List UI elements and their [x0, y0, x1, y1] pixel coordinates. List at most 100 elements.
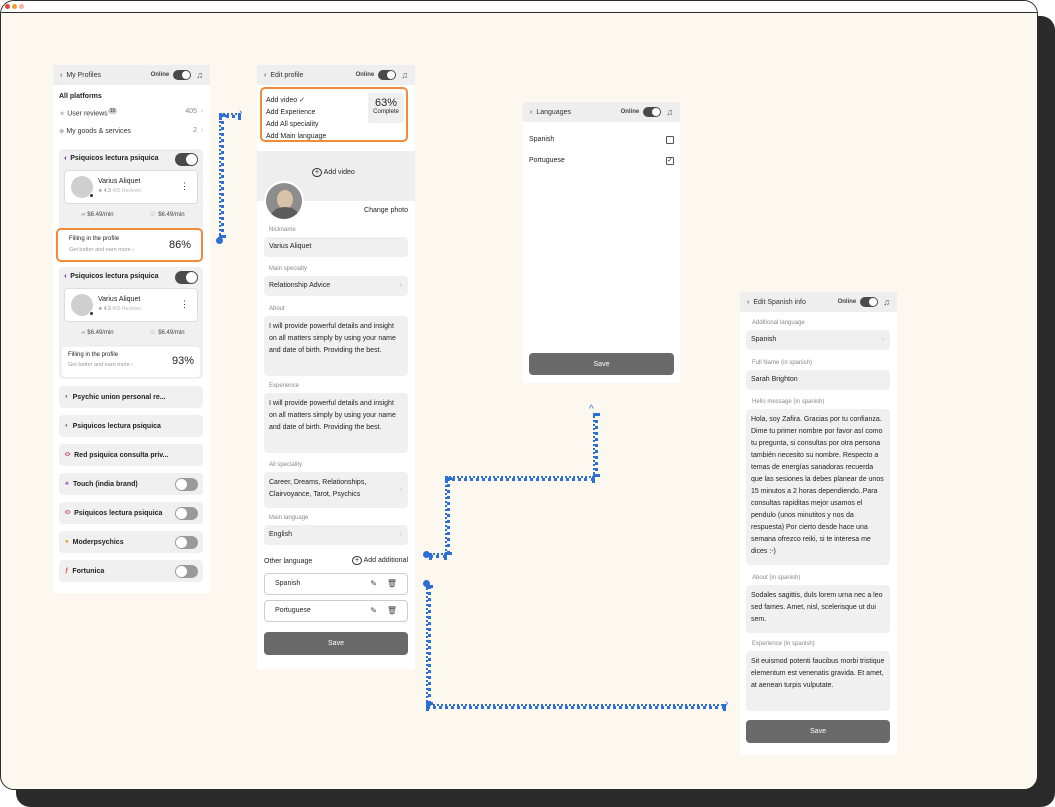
- screen-title: Edit Spanish info: [753, 298, 806, 306]
- save-button[interactable]: Save: [264, 632, 408, 655]
- back-icon[interactable]: ‹: [264, 72, 266, 79]
- back-icon[interactable]: ‹: [747, 299, 749, 306]
- platform-row[interactable]: ⬭ Psiquicos lectura psiquica: [59, 502, 203, 524]
- screen-title: Languages: [536, 108, 571, 116]
- trash-icon[interactable]: 🗑: [387, 606, 397, 615]
- main-specialty-select[interactable]: Relationship Advice ›: [264, 276, 408, 296]
- filling-profile-card[interactable]: Filling in the profile Get better and ea…: [62, 347, 200, 377]
- additional-language-label: Additional language: [752, 320, 805, 326]
- hello-message-textarea[interactable]: Hola, soy Zafira. Gracias por tu confian…: [746, 409, 890, 565]
- platform-row[interactable]: ● Moderpsychics: [59, 531, 203, 553]
- platform-toggle[interactable]: [175, 478, 198, 491]
- language-option[interactable]: Spanish: [529, 136, 674, 144]
- other-language-label: Other language: [264, 558, 313, 565]
- change-photo-link[interactable]: Change photo: [364, 207, 408, 214]
- bell-icon[interactable]: ♫: [196, 70, 203, 80]
- close-dot[interactable]: [5, 4, 10, 9]
- online-label: Online: [150, 72, 170, 78]
- user-reviews-label: User reviews: [67, 110, 108, 118]
- platform-row[interactable]: ◐ Psiquicos lectura psiquica: [59, 415, 203, 437]
- additional-language-select[interactable]: Spanish ›: [746, 330, 890, 350]
- edit-profile-screen: ‹ Edit profile Online ♫ Add video ✓ Add …: [257, 65, 415, 669]
- all-speciality-label: All speciality: [269, 462, 303, 468]
- add-video-button[interactable]: + Add video: [312, 168, 355, 177]
- profile-identity[interactable]: Varius Aliquet ★ 4.3 405 Reviews ⋮: [64, 170, 198, 204]
- back-icon[interactable]: ‹: [530, 109, 532, 116]
- all-speciality-select[interactable]: Career, Dreams, Relationships, Clairvoya…: [264, 472, 408, 508]
- full-name-field[interactable]: Sarah Brighton: [746, 370, 890, 390]
- user-reviews-row[interactable]: ★ User reviews 10 405 ›: [59, 108, 203, 117]
- checklist-item: Add All speciality: [266, 121, 319, 128]
- maximize-dot[interactable]: [19, 4, 24, 9]
- more-icon[interactable]: ⋮: [180, 181, 189, 192]
- platform-row[interactable]: ♣ Touch (india brand): [59, 473, 203, 495]
- platform-logo-icon: ♣: [65, 481, 69, 487]
- platform-toggle[interactable]: [175, 507, 198, 520]
- goods-row[interactable]: ◆ My goods & services 2 ›: [59, 127, 203, 135]
- filling-percent: 93%: [171, 355, 194, 367]
- checklist-item: Add Main language: [266, 133, 327, 140]
- profile-photo: [264, 181, 304, 221]
- platform-logo-icon: ◐: [64, 273, 69, 280]
- experience-textarea[interactable]: I will provide powerful details and insi…: [264, 393, 408, 453]
- platform-row[interactable]: ƒ Fortunica: [59, 560, 203, 582]
- chevron-right-icon: ›: [200, 108, 203, 115]
- header: ‹ Edit profile Online ♫: [257, 65, 415, 85]
- platform-row[interactable]: ◐ Psychic union personal re...: [59, 386, 203, 408]
- call-price: ☏ $6.49/min: [149, 330, 185, 336]
- nickname-field[interactable]: Varius Aliquet: [264, 237, 408, 257]
- checkbox[interactable]: [666, 136, 674, 144]
- save-button[interactable]: Save: [529, 353, 674, 375]
- checklist-item: Add video ✓: [266, 97, 305, 104]
- platform-toggle[interactable]: [175, 565, 198, 578]
- experience-label: Experience (in spanish): [752, 641, 815, 647]
- main-language-select[interactable]: English ›: [264, 525, 408, 545]
- bell-icon[interactable]: ♫: [666, 107, 673, 117]
- online-toggle[interactable]: [173, 70, 192, 80]
- minimize-dot[interactable]: [12, 4, 17, 9]
- platform-row[interactable]: ⬭ Red psiquica consulta priv...: [59, 444, 203, 466]
- connector-line: [445, 477, 450, 555]
- chat-icon: ▰: [81, 212, 86, 218]
- language-option[interactable]: Portuguese ✓: [529, 157, 674, 165]
- platform-logo-icon: ◐: [65, 394, 69, 400]
- about-label: About (in spanish): [752, 575, 801, 581]
- add-additional-button[interactable]: + Add additional: [351, 556, 408, 565]
- edit-icon[interactable]: ✎: [370, 606, 377, 615]
- bell-icon[interactable]: ♫: [401, 70, 408, 80]
- about-textarea[interactable]: I will provide powerful details and insi…: [264, 316, 408, 376]
- language-row[interactable]: Portuguese ✎ 🗑: [264, 600, 408, 622]
- online-toggle[interactable]: [643, 107, 662, 117]
- completion-checklist[interactable]: Add video ✓ Add Experience Add All speci…: [260, 87, 408, 142]
- filling-title: Filling in the profile: [68, 352, 119, 358]
- online-label: Online: [355, 72, 375, 78]
- about-textarea[interactable]: Sodales sagittis, duls lorem urna nec a …: [746, 585, 890, 633]
- profile-toggle[interactable]: [175, 153, 198, 166]
- section-title: All platforms: [59, 93, 102, 100]
- filling-percent: 86%: [168, 239, 191, 251]
- filling-title: Filling in the profile: [69, 236, 120, 242]
- bell-icon[interactable]: ♫: [883, 297, 890, 307]
- platform-logo-icon: ◐: [64, 155, 69, 162]
- save-button[interactable]: Save: [746, 720, 890, 743]
- back-icon[interactable]: ‹: [60, 72, 62, 79]
- connector-line: [593, 413, 598, 477]
- checklist-items: Add video ✓ Add Experience Add All speci…: [266, 95, 326, 143]
- checkbox-checked[interactable]: ✓: [666, 157, 674, 165]
- arrow-right-icon: ›: [725, 698, 729, 709]
- more-icon[interactable]: ⋮: [180, 299, 189, 310]
- language-row[interactable]: Spanish ✎ 🗑: [264, 573, 408, 595]
- platform-toggle[interactable]: [175, 536, 198, 549]
- profile-toggle[interactable]: [175, 271, 198, 284]
- edit-icon[interactable]: ✎: [370, 579, 377, 588]
- edit-spanish-info-screen: ‹ Edit Spanish info Online ♫ Additional …: [740, 292, 897, 754]
- trash-icon[interactable]: 🗑: [387, 579, 397, 588]
- experience-textarea[interactable]: Sit euismod potenti faucibus morbi trist…: [746, 651, 890, 711]
- plus-circle-icon: +: [312, 168, 323, 177]
- online-toggle[interactable]: [860, 297, 879, 307]
- platform-logo-icon: ƒ: [65, 568, 69, 574]
- profile-identity[interactable]: Varius Aliquet ★ 4.3 405 Reviews ⋮: [64, 288, 198, 322]
- filling-profile-card[interactable]: Filling in the profile Get better and ea…: [56, 228, 203, 262]
- screen-title: My Profiles: [66, 71, 101, 79]
- online-toggle[interactable]: [378, 70, 397, 80]
